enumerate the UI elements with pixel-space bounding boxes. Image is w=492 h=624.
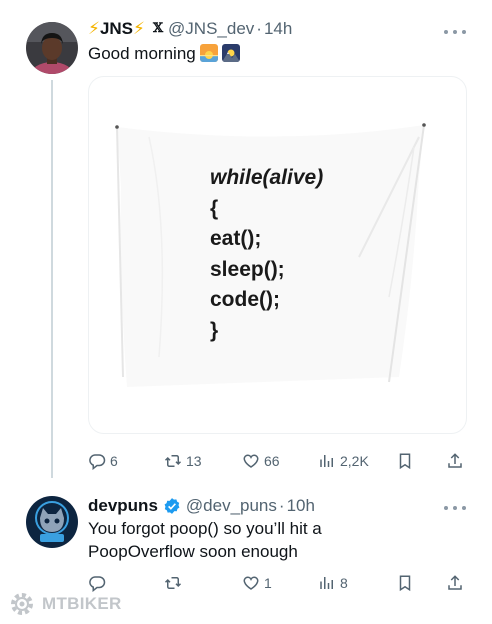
bolt-emoji: ⚡ [88,19,100,38]
handle[interactable]: @dev_puns [186,496,277,516]
handle[interactable]: @JNS_dev [168,19,254,39]
views-button[interactable]: 8 [318,572,348,594]
bookmark-icon [399,453,411,470]
tweet-text-content: Good morning [88,44,196,63]
code-line: eat(); [210,227,262,250]
share-button[interactable] [446,450,464,472]
tweet-text: You forgot poop() so you’ll hit a PoopOv… [88,519,322,561]
share-icon [448,453,462,468]
reply-count: 6 [110,453,118,469]
views-icon [320,577,333,589]
timestamp[interactable]: 14h [264,19,292,39]
share-icon [448,575,462,590]
like-icon [243,454,259,468]
reply-icon [89,454,106,470]
tweet-text: Good morning [88,42,240,65]
more-icon[interactable] [444,22,466,42]
repost-button[interactable]: 13 [164,450,202,472]
bookmark-button[interactable] [396,572,414,594]
bookmark-button[interactable] [396,450,414,472]
x-logo-icon: 𝕏 [152,21,164,36]
tweet-header: ⚡ JNS ⚡ 𝕏 @JNS_dev · 14h [88,19,292,39]
tweet-jns[interactable]: ⚡ JNS ⚡ 𝕏 @JNS_dev · 14h Good morning wh… [0,0,492,482]
timestamp[interactable]: 10h [287,496,315,516]
more-icon[interactable] [444,498,466,518]
thread-line [51,80,53,478]
gear-logo-icon [11,593,33,615]
repost-icon [164,577,182,589]
views-icon [320,455,333,467]
repost-icon [164,455,182,467]
code-line: sleep(); [210,257,285,281]
views-count: 8 [340,575,348,591]
sunrise-emoji [199,44,218,62]
separator: · [256,19,262,38]
watermark-text: MTBIKER [42,594,122,613]
verified-badge-icon [164,498,180,514]
sunrise-over-mountains-emoji [221,44,240,62]
repost-button[interactable] [164,572,186,594]
like-icon [243,576,259,590]
code-line: { [210,196,219,220]
code-line: while(alive) [210,166,324,189]
views-button[interactable]: 2,2K [318,450,369,472]
code-line: code(); [210,288,280,311]
display-name[interactable]: JNS [100,19,133,39]
like-button[interactable]: 1 [242,572,272,594]
tweet-media-image[interactable]: while(alive) { eat(); sleep(); code(); } [88,76,467,434]
code-line: } [210,318,219,342]
separator: · [278,496,285,515]
avatar-devpuns[interactable] [26,496,78,548]
bolt-emoji: ⚡ [133,19,145,38]
bookmark-icon [399,575,411,592]
share-button[interactable] [446,572,464,594]
repost-count: 13 [186,453,202,469]
watermark: MTBIKER [8,590,122,618]
reply-button[interactable]: 6 [88,450,118,472]
like-button[interactable]: 66 [242,450,280,472]
code-snippet: while(alive) { eat(); sleep(); code(); } [210,163,323,346]
views-count: 2,2K [340,453,369,469]
action-bar: 6 13 66 2,2K [88,450,468,472]
action-bar: 1 8 [88,572,468,594]
avatar-jns[interactable] [26,22,78,74]
tweet-header: devpuns @dev_puns · 10h [88,496,315,516]
display-name[interactable]: devpuns [88,496,158,516]
like-count: 1 [264,575,272,591]
like-count: 66 [264,453,280,469]
